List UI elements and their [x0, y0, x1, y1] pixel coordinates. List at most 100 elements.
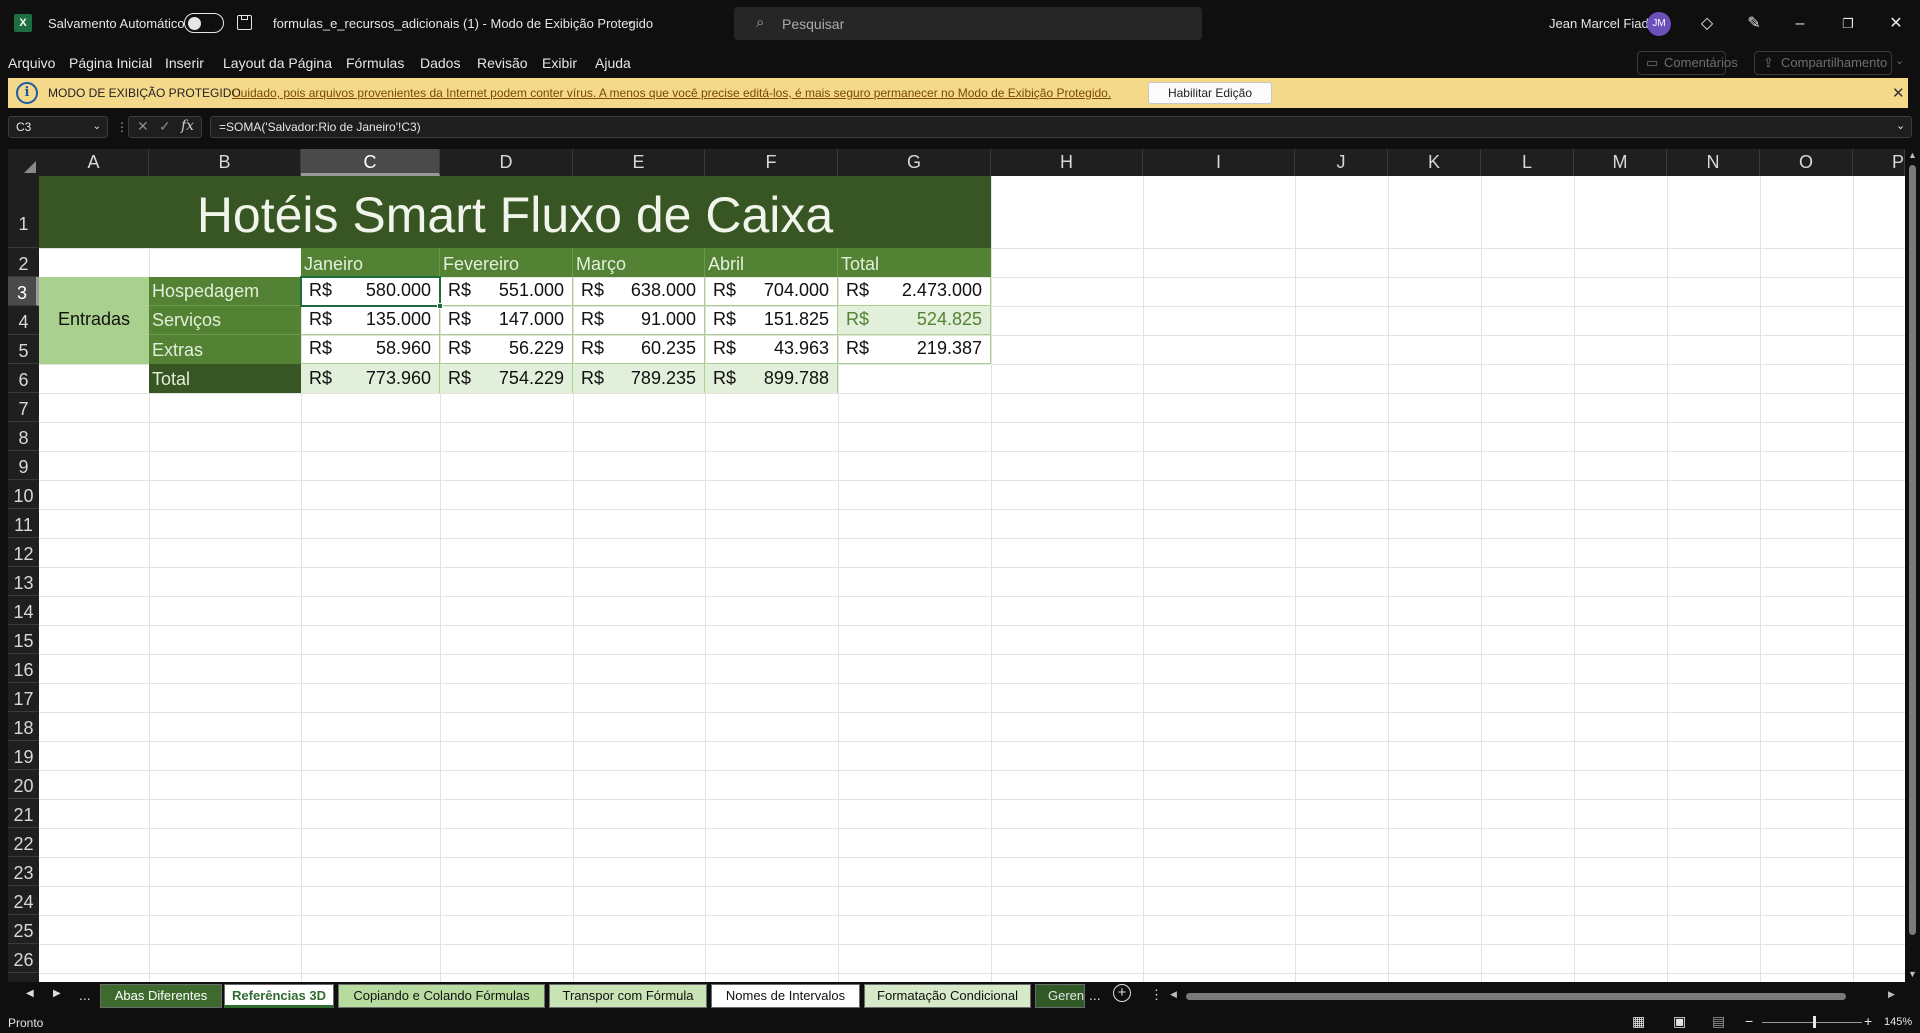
normal-view-icon[interactable]: ▦	[1632, 1013, 1645, 1030]
value-cell[interactable]: R$ 91.000	[573, 306, 705, 335]
expand-formula-icon[interactable]: ⌄	[1896, 119, 1905, 132]
row-header-16[interactable]: 16	[8, 654, 39, 683]
menu-formulas[interactable]: Fórmulas	[346, 55, 404, 71]
menu-dados[interactable]: Dados	[420, 55, 460, 71]
search-box[interactable]: ⌕ Pesquisar	[734, 7, 1202, 40]
column-header-a[interactable]: A	[39, 149, 149, 176]
row-header-18[interactable]: 18	[8, 712, 39, 741]
protected-view-message[interactable]: Cuidado, pois arquivos provenientes da I…	[232, 86, 1111, 100]
zoom-level[interactable]: 145%	[1884, 1016, 1912, 1028]
row-header-4[interactable]: 4	[8, 306, 39, 335]
total-cell[interactable]: R$ 789.235	[573, 364, 705, 393]
row-header-24[interactable]: 24	[8, 886, 39, 915]
minimize-icon[interactable]: –	[1788, 12, 1812, 36]
tab-formatacao-condicional[interactable]: Formatação Condicional	[864, 984, 1031, 1008]
column-header-m[interactable]: M	[1574, 149, 1667, 176]
more-sheets-right[interactable]: ...	[1089, 987, 1101, 1003]
row-header-17[interactable]: 17	[8, 683, 39, 712]
restore-icon[interactable]: ❐	[1836, 12, 1860, 36]
insert-function-icon[interactable]: fx	[181, 118, 194, 134]
row-header-14[interactable]: 14	[8, 596, 39, 625]
total-cell[interactable]: R$ 754.229	[440, 364, 573, 393]
row-header-5[interactable]: 5	[8, 335, 39, 364]
row-label-total[interactable]: Total	[149, 364, 301, 393]
menu-revisao[interactable]: Revisão	[477, 55, 528, 71]
scroll-down-icon[interactable]: ▼	[1908, 969, 1917, 979]
month-header-mar[interactable]: Março	[573, 248, 705, 277]
scroll-left-icon[interactable]: ◀	[1170, 989, 1177, 1000]
zoom-out-icon[interactable]: −	[1745, 1013, 1753, 1029]
row-header-3[interactable]: 3	[8, 277, 39, 306]
value-cell[interactable]: R$ 151.825	[705, 306, 838, 335]
cancel-icon[interactable]: ✕	[137, 118, 149, 135]
next-sheet-icon[interactable]: ▶	[53, 988, 61, 999]
tab-transpor-com-formula[interactable]: Transpor com Fórmula	[549, 984, 707, 1008]
select-all-corner[interactable]	[8, 149, 39, 176]
value-cell[interactable]: R$ 147.000	[440, 306, 573, 335]
more-options-icon[interactable]: ⋮	[116, 120, 128, 134]
value-cell[interactable]: R$ 704.000	[705, 277, 838, 306]
menu-inserir[interactable]: Inserir	[165, 55, 204, 71]
fill-handle[interactable]	[437, 303, 443, 309]
row-header-26[interactable]: 26	[8, 944, 39, 973]
column-header-f[interactable]: F	[705, 149, 838, 176]
share-button[interactable]: ⇪ Compartilhamento	[1754, 51, 1892, 75]
add-sheet-icon[interactable]: +	[1113, 984, 1131, 1002]
sheet-title-cell[interactable]: Hotéis Smart Fluxo de Caixa	[39, 176, 991, 248]
zoom-slider-thumb[interactable]	[1813, 1016, 1816, 1028]
column-header-g[interactable]: G	[838, 149, 991, 176]
enable-editing-button[interactable]: Habilitar Edição	[1148, 82, 1272, 104]
scrollbar-thumb[interactable]	[1909, 165, 1916, 935]
tab-referencias-3d[interactable]: Referências 3D	[224, 984, 334, 1008]
page-break-view-icon[interactable]: ▤	[1712, 1013, 1725, 1030]
row-header-23[interactable]: 23	[8, 857, 39, 886]
row-label-hospedagem[interactable]: Hospedagem	[149, 277, 301, 306]
row-header-21[interactable]: 21	[8, 799, 39, 828]
value-cell[interactable]: R$ 219.387	[838, 335, 991, 364]
value-cell[interactable]: R$ 43.963	[705, 335, 838, 364]
zoom-in-icon[interactable]: +	[1864, 1013, 1872, 1029]
zoom-slider-track[interactable]	[1762, 1022, 1862, 1023]
column-header-k[interactable]: K	[1388, 149, 1481, 176]
row-header-7[interactable]: 7	[8, 393, 39, 422]
total-cell[interactable]: R$ 899.788	[705, 364, 838, 393]
row-label-servicos[interactable]: Serviços	[149, 306, 301, 335]
value-cell[interactable]: R$ 60.235	[573, 335, 705, 364]
menu-exibir[interactable]: Exibir	[542, 55, 577, 71]
column-header-j[interactable]: J	[1295, 149, 1388, 176]
vertical-scrollbar[interactable]: ▲ ▼	[1905, 149, 1920, 984]
autosave-toggle[interactable]	[184, 13, 224, 33]
menu-layout-da-pagina[interactable]: Layout da Página	[223, 55, 332, 71]
page-layout-view-icon[interactable]: ▣	[1673, 1013, 1686, 1030]
row-header-12[interactable]: 12	[8, 538, 39, 567]
name-box[interactable]: C3 ⌄	[8, 116, 108, 138]
row-header-20[interactable]: 20	[8, 770, 39, 799]
prev-sheet-icon[interactable]: ◀	[26, 988, 34, 999]
column-header-h[interactable]: H	[991, 149, 1143, 176]
month-header-apr[interactable]: Abril	[705, 248, 838, 277]
column-header-i[interactable]: I	[1143, 149, 1295, 176]
chevron-down-icon[interactable]: ⌄	[626, 14, 635, 27]
tab-copiando-e-colando-formulas[interactable]: Copiando e Colando Fórmulas	[338, 984, 545, 1008]
pen-icon[interactable]: ✎	[1742, 12, 1766, 36]
user-name[interactable]: Jean Marcel Fiad	[1549, 16, 1649, 31]
row-header-9[interactable]: 9	[8, 451, 39, 480]
row-header-15[interactable]: 15	[8, 625, 39, 654]
row-label-extras[interactable]: Extras	[149, 335, 301, 364]
row-header-10[interactable]: 10	[8, 480, 39, 509]
share-chevron-icon[interactable]: ⌄	[1895, 54, 1904, 67]
column-header-d[interactable]: D	[440, 149, 573, 176]
menu-ajuda[interactable]: Ajuda	[595, 55, 631, 71]
value-cell[interactable]: R$ 58.960	[301, 335, 440, 364]
formula-input[interactable]: =SOMA('Salvador:Rio de Janeiro'!C3)	[210, 116, 1912, 138]
column-header-e[interactable]: E	[573, 149, 705, 176]
more-sheets-left[interactable]: ...	[79, 987, 91, 1003]
column-header-n[interactable]: N	[1667, 149, 1760, 176]
column-header-o[interactable]: O	[1760, 149, 1853, 176]
total-cell[interactable]: R$ 773.960	[301, 364, 440, 393]
value-cell[interactable]: R$ 551.000	[440, 277, 573, 306]
month-header-feb[interactable]: Fevereiro	[440, 248, 573, 277]
row-header-22[interactable]: 22	[8, 828, 39, 857]
comments-button[interactable]: ▭ Comentários	[1637, 51, 1738, 75]
scroll-right-icon[interactable]: ▶	[1888, 989, 1895, 1000]
